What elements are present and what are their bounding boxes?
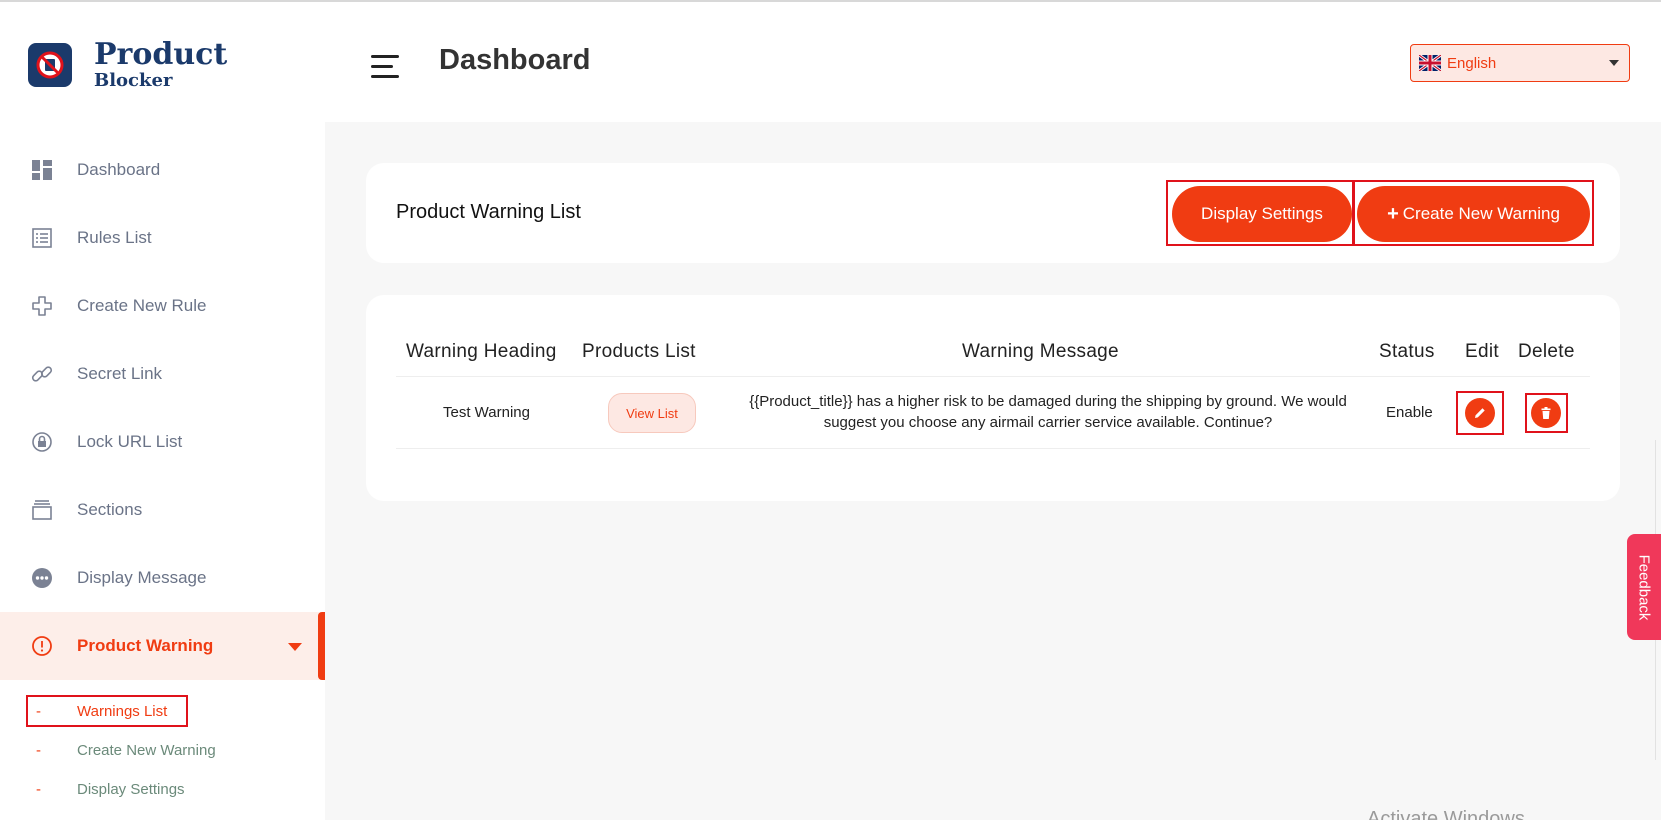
card-title: Product Warning List xyxy=(396,201,581,223)
list-icon xyxy=(30,226,54,250)
hamburger-menu-icon[interactable] xyxy=(371,55,399,85)
logo-text-blocker: Blocker xyxy=(94,70,173,91)
language-value: English xyxy=(1447,54,1497,72)
dashboard-grid-icon xyxy=(30,158,54,182)
cell-status: Enable xyxy=(1386,404,1433,421)
cell-warning-heading: Test Warning xyxy=(443,404,530,421)
language-select[interactable]: English xyxy=(1410,44,1630,82)
sidebar-item-secret-link[interactable]: Secret Link xyxy=(0,340,325,408)
uk-flag-icon xyxy=(1419,55,1441,71)
dash-bullet: - xyxy=(36,742,41,759)
activate-windows-watermark: Activate Windows xyxy=(1367,808,1525,820)
sidebar: Product Blocker Dashboard Rules List Cre… xyxy=(0,2,325,820)
submenu-item-warnings-list[interactable]: - Warnings List xyxy=(0,692,325,731)
sidebar-item-create-new-rule[interactable]: Create New Rule xyxy=(0,272,325,340)
column-header-delete: Delete xyxy=(1518,341,1575,362)
sidebar-item-label: Lock URL List xyxy=(77,432,183,451)
table-row: Test Warning View List {{Product_title}}… xyxy=(396,377,1590,449)
app-logo[interactable]: Product Blocker xyxy=(28,40,227,90)
sidebar-nav: Dashboard Rules List Create New Rule Sec… xyxy=(0,136,325,680)
logo-text-product: Product xyxy=(94,37,228,72)
product-warning-submenu: - Warnings List - Create New Warning - D… xyxy=(0,692,325,809)
sidebar-item-lock-url-list[interactable]: Lock URL List xyxy=(0,408,325,476)
column-header-warning-heading: Warning Heading xyxy=(406,341,557,362)
highlight-box xyxy=(1525,393,1568,433)
sidebar-item-label: Create New Rule xyxy=(77,296,207,315)
sidebar-item-label: Secret Link xyxy=(77,364,163,383)
dash-bullet: - xyxy=(36,781,41,798)
view-list-button[interactable]: View List xyxy=(608,393,696,433)
sections-icon xyxy=(30,498,54,522)
sidebar-item-label: Product Warning xyxy=(77,636,214,655)
submenu-item-label: Create New Warning xyxy=(77,742,216,759)
sidebar-item-product-warning[interactable]: Product Warning xyxy=(0,612,325,680)
dropdown-arrow-icon xyxy=(1609,60,1619,66)
highlight-box xyxy=(26,695,188,727)
warnings-table-card: Warning Heading Products List Warning Me… xyxy=(366,295,1620,501)
link-icon xyxy=(30,362,54,386)
sidebar-item-dashboard[interactable]: Dashboard xyxy=(0,136,325,204)
sidebar-item-label: Sections xyxy=(77,500,143,519)
plus-outline-icon xyxy=(30,294,54,318)
page-title: Dashboard xyxy=(439,44,591,76)
lock-icon xyxy=(30,430,54,454)
sidebar-item-display-message[interactable]: Display Message xyxy=(0,544,325,612)
highlight-box xyxy=(1456,391,1504,435)
cell-warning-message: {{Product_title}} has a higher risk to b… xyxy=(749,393,1347,431)
submenu-item-label: Display Settings xyxy=(77,781,185,798)
column-header-status: Status xyxy=(1379,341,1435,362)
top-header: Dashboard English xyxy=(325,2,1661,122)
sidebar-item-label: Dashboard xyxy=(77,160,161,179)
submenu-item-display-settings[interactable]: - Display Settings xyxy=(0,770,325,809)
warning-circle-icon xyxy=(30,634,54,658)
sidebar-item-label: Display Message xyxy=(77,568,207,587)
column-header-edit: Edit xyxy=(1465,341,1499,362)
feedback-tab[interactable]: Feedback xyxy=(1627,534,1661,640)
highlight-box xyxy=(1166,180,1355,246)
chat-dots-icon xyxy=(30,566,54,590)
warnings-table: Warning Heading Products List Warning Me… xyxy=(396,331,1590,449)
sidebar-item-sections[interactable]: Sections xyxy=(0,476,325,544)
sidebar-item-rules-list[interactable]: Rules List xyxy=(0,204,325,272)
warning-list-header-card: Product Warning List Display Settings + … xyxy=(366,163,1620,263)
column-header-warning-message: Warning Message xyxy=(962,341,1119,362)
column-header-products-list: Products List xyxy=(582,341,696,362)
table-header-row: Warning Heading Products List Warning Me… xyxy=(396,331,1590,377)
sidebar-item-label: Rules List xyxy=(77,228,152,247)
feedback-label: Feedback xyxy=(1635,554,1653,620)
logo-block-icon xyxy=(28,43,72,87)
button-label: View List xyxy=(626,405,678,421)
caret-down-icon[interactable] xyxy=(288,643,302,651)
submenu-item-create-new-warning[interactable]: - Create New Warning xyxy=(0,731,325,770)
highlight-box xyxy=(1352,180,1594,246)
